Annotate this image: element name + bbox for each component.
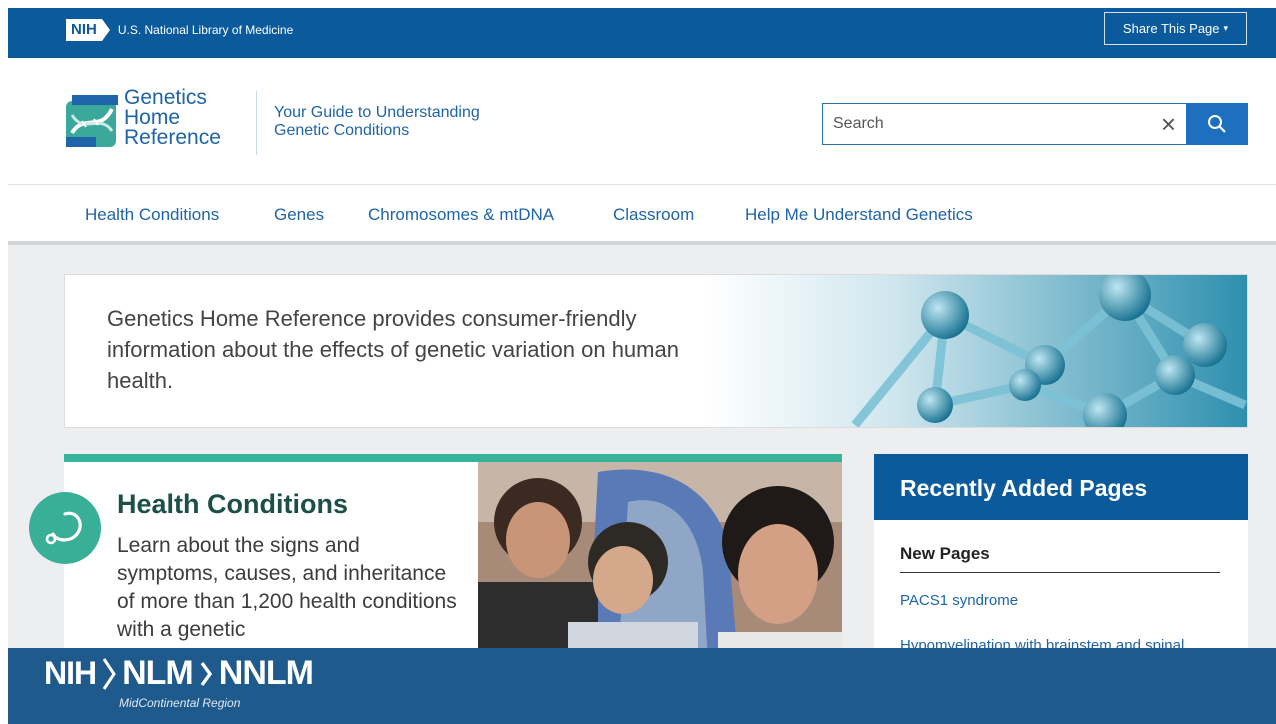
site-header: Genetics Home Reference Your Guide to Un… [8, 58, 1276, 185]
search-form: × [822, 103, 1248, 145]
nav-item-help-me-understand[interactable]: Help Me Understand Genetics [745, 205, 973, 225]
tagline-line: Your Guide to Understanding [274, 104, 480, 121]
caret-down-icon: ▾ [1223, 23, 1229, 33]
dna-molecule-image [705, 275, 1247, 427]
hero-banner: Genetics Home Reference provides consume… [64, 274, 1248, 428]
divider [256, 91, 257, 155]
tagline-line: Genetic Conditions [274, 122, 410, 139]
stethoscope-icon [29, 492, 101, 564]
family-photo [478, 462, 842, 654]
nav-item-classroom[interactable]: Classroom [613, 205, 694, 225]
nih-chevron-icon [101, 19, 110, 41]
nnlm-nnlm-label: NNLM [218, 654, 314, 692]
site-tagline: Your Guide to Understanding Genetic Cond… [274, 104, 480, 140]
logo-line: Home [124, 106, 181, 129]
recent-heading: Recently Added Pages [874, 454, 1248, 520]
card-title[interactable]: Health Conditions [117, 489, 348, 520]
health-conditions-card[interactable]: Health Conditions Learn about the signs … [64, 454, 842, 654]
search-field: × [822, 103, 1186, 145]
close-icon[interactable]: × [1161, 111, 1176, 137]
nav-item-chromosomes[interactable]: Chromosomes & mtDNA [368, 205, 554, 225]
search-input[interactable] [833, 115, 1155, 133]
logo-line: Genetics [124, 86, 207, 109]
page-frame: NIH U.S. National Library of Medicine Sh… [8, 8, 1276, 724]
recent-link[interactable]: PACS1 syndrome [900, 592, 1018, 609]
share-page-button[interactable]: Share This Page ▾ [1104, 12, 1247, 45]
nnlm-logo: NIH NLM NNLM [44, 654, 314, 693]
nav-item-genes[interactable]: Genes [274, 205, 324, 225]
chevron-right-icon [102, 657, 116, 690]
search-button[interactable] [1186, 103, 1248, 145]
site-logo-text[interactable]: Genetics Home Reference [124, 86, 221, 149]
logo-line: Reference [124, 126, 221, 149]
recent-subheading: New Pages [900, 544, 990, 563]
nnlm-nlm-label: NLM [122, 654, 194, 692]
card-description: Learn about the signs and symptoms, caus… [117, 534, 457, 641]
chevron-right-icon [200, 661, 212, 686]
main-nav: Health Conditions Genes Chromosomes & mt… [8, 185, 1276, 245]
banner-text: Genetics Home Reference provides consume… [107, 306, 679, 393]
nnlm-nih-label: NIH [44, 655, 97, 691]
search-icon [1208, 115, 1226, 133]
dna-logo-icon[interactable] [64, 93, 120, 149]
stethoscope-glyph [45, 511, 82, 545]
nih-badge-link[interactable]: NIH U.S. National Library of Medicine [66, 19, 293, 41]
nav-item-health-conditions[interactable]: Health Conditions [85, 205, 219, 225]
nih-logo: NIH [66, 19, 102, 41]
share-label: Share This Page [1122, 21, 1220, 36]
nlm-name: U.S. National Library of Medicine [117, 23, 294, 37]
nih-top-bar: NIH U.S. National Library of Medicine Sh… [8, 8, 1276, 58]
divider [900, 572, 1220, 573]
nnlm-footer-bar: NIH NLM NNLM MidContinental Region [8, 648, 1276, 724]
region-label: MidContinental Region [119, 696, 241, 710]
recently-added-panel: Recently Added Pages New Pages PACS1 syn… [874, 454, 1248, 654]
